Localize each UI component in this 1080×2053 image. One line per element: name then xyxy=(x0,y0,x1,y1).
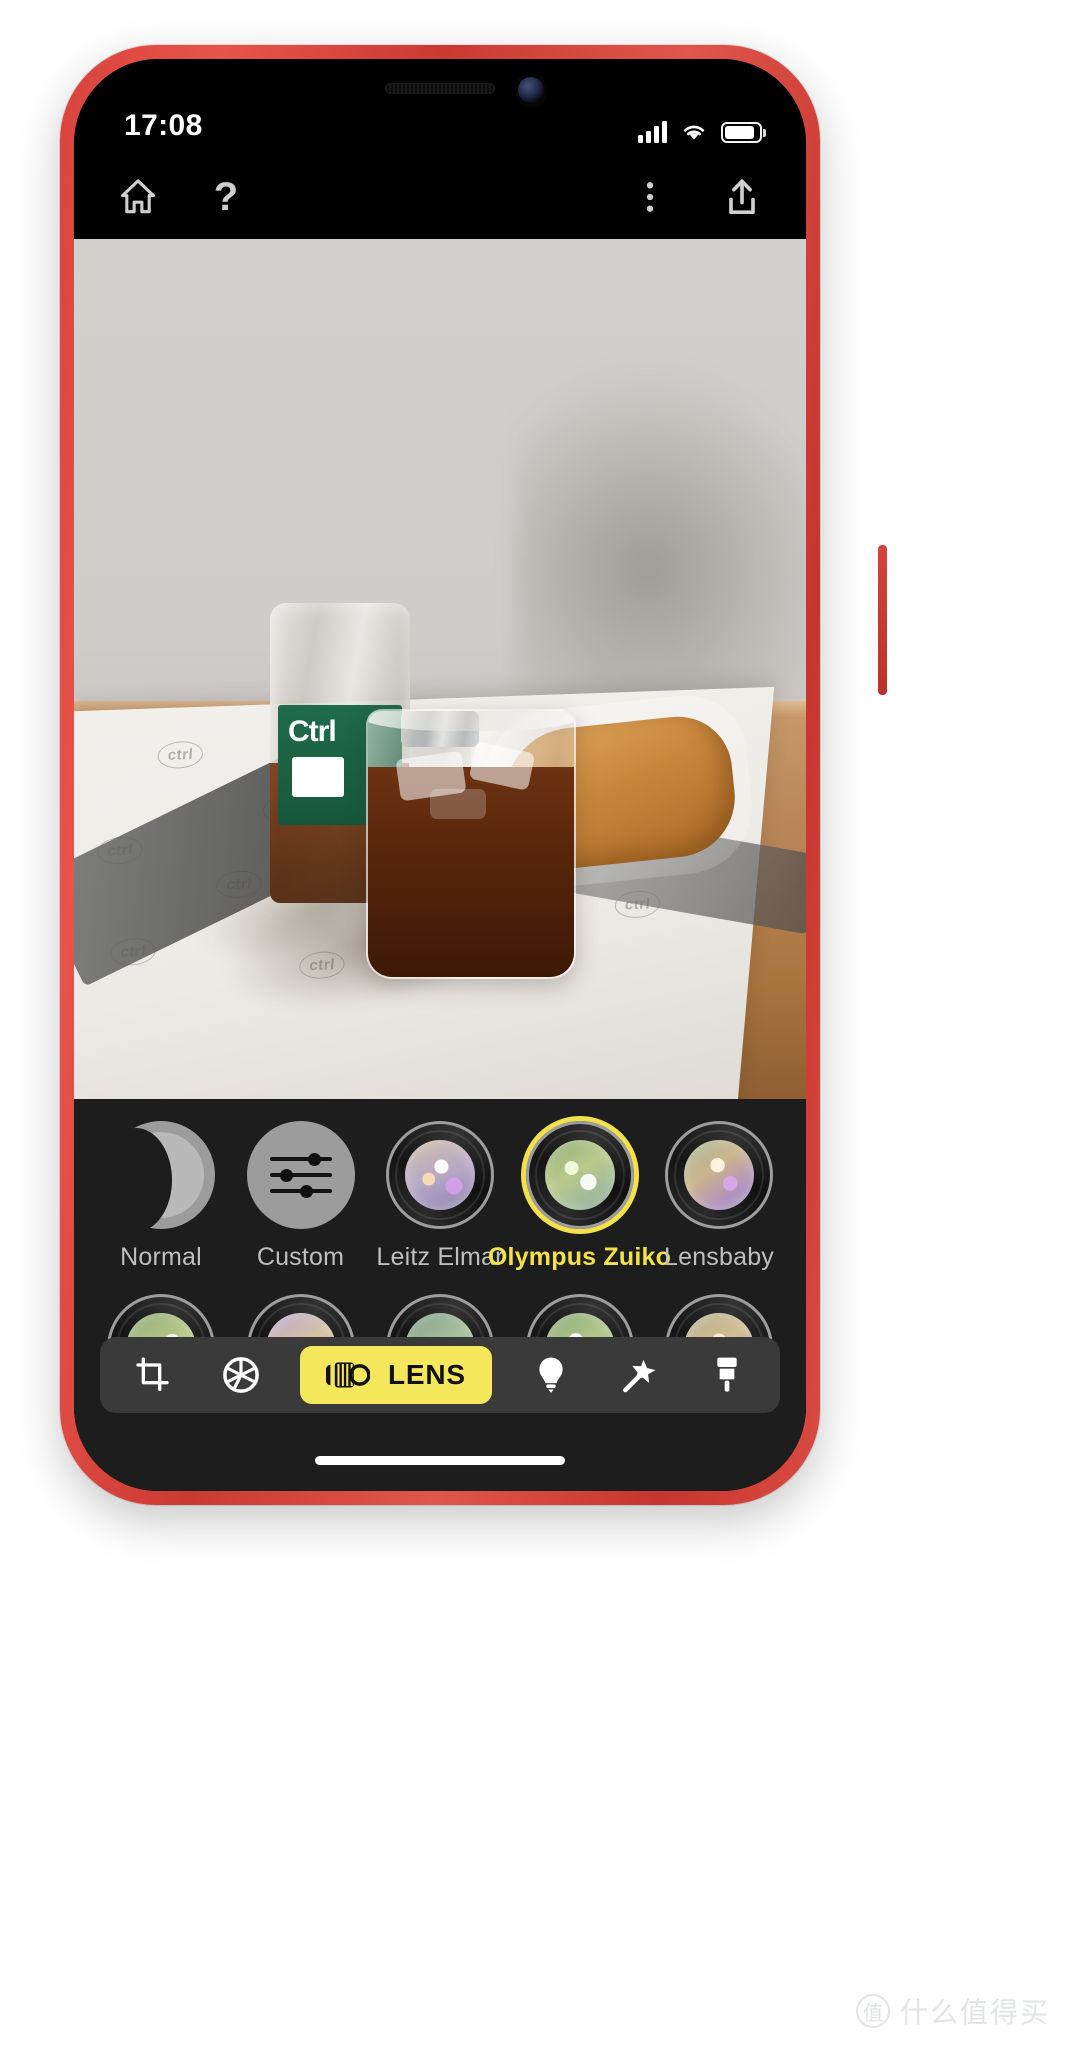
phone-bezel: 17:08 ? ctrl Ctrl Normal Custom Leitz El… xyxy=(74,59,806,1491)
lens-label: Leitz Elmar xyxy=(376,1243,504,1271)
help-button[interactable]: ? xyxy=(200,171,252,223)
app-top-bar: ? xyxy=(74,155,806,239)
photo-glass-rim xyxy=(368,711,574,731)
lens-label: Lensbaby xyxy=(663,1243,775,1271)
lens-tool-button[interactable]: LENS xyxy=(300,1346,492,1404)
lens-barrel xyxy=(386,1121,494,1229)
magic-tool-button[interactable] xyxy=(610,1346,668,1404)
paintbrush-icon xyxy=(717,1357,737,1392)
photo-ice-cube xyxy=(430,789,486,819)
home-icon xyxy=(121,179,155,214)
screenshot-canvas: 17:08 ? ctrl Ctrl Normal Custom Leitz El… xyxy=(0,0,1080,2053)
magic-wand-icon xyxy=(623,1359,656,1393)
lens-glass-preview xyxy=(405,1140,475,1210)
photo-ctrl-mark: ctrl xyxy=(156,740,205,770)
battery-icon xyxy=(721,122,762,143)
moon-icon xyxy=(100,1121,215,1232)
lens-thumbnail[interactable] xyxy=(246,1121,355,1229)
lens-barrel xyxy=(665,1121,773,1229)
photo-glass xyxy=(366,709,576,979)
wifi-icon xyxy=(683,125,705,140)
photo-bottle-label-text: Ctrl xyxy=(288,715,337,748)
status-bar-indicators xyxy=(638,121,762,143)
lens-picker-panel: Normal Custom Leitz Elmar Olympus Zuiko Lens… xyxy=(74,1099,806,1491)
help-icon: ? xyxy=(213,175,239,219)
photo-preview[interactable]: ctrl ctrl ctrl ctrl ctrl ctrl ctrl ctrl … xyxy=(74,239,806,1099)
crop-icon xyxy=(136,1357,169,1391)
lens-item[interactable]: Olympus Zuiko xyxy=(488,1121,671,1272)
home-button[interactable] xyxy=(112,171,164,223)
lens-item[interactable]: Lensbaby xyxy=(660,1121,778,1272)
sliders-shape xyxy=(269,1149,332,1201)
lightbulb-icon xyxy=(539,1357,563,1393)
light-tool-button[interactable] xyxy=(522,1346,580,1404)
more-vertical-icon xyxy=(646,182,654,212)
earpiece-speaker xyxy=(385,83,495,94)
lens-item[interactable]: Custom xyxy=(242,1121,360,1272)
watermark: 值 什么值得买 xyxy=(855,1991,1050,2031)
share-button[interactable] xyxy=(716,171,768,223)
moon-shape xyxy=(100,1128,204,1232)
lens-barrel-icon xyxy=(326,1362,371,1388)
aperture-tool-button[interactable] xyxy=(212,1346,270,1404)
watermark-text: 什么值得买 xyxy=(899,1996,1050,2029)
lens-glass-preview xyxy=(544,1140,615,1210)
phone-device-frame: 17:08 ? ctrl Ctrl Normal Custom Leitz El… xyxy=(60,45,887,1505)
brush-tool-button[interactable] xyxy=(698,1346,756,1404)
lens-thumbnail[interactable] xyxy=(665,1121,773,1229)
lens-row-primary: Normal Custom Leitz Elmar Olympus Zuiko Lens… xyxy=(74,1121,806,1272)
status-bar-clock: 17:08 xyxy=(124,109,203,142)
sliders-icon xyxy=(246,1121,355,1229)
lens-thumbnail-selected[interactable] xyxy=(525,1121,634,1229)
phone-screen: 17:08 ? ctrl Ctrl Normal Custom Leitz El… xyxy=(74,59,806,1491)
lens-barrel xyxy=(525,1121,634,1229)
watermark-logo: 值 xyxy=(855,1994,890,2028)
power-button[interactable] xyxy=(878,545,887,695)
lens-thumbnail[interactable] xyxy=(100,1121,215,1232)
photo-bottle-label-box xyxy=(292,757,344,797)
crop-tool-button[interactable] xyxy=(124,1346,182,1404)
share-upload-icon xyxy=(729,179,755,215)
lens-item[interactable]: Normal xyxy=(100,1121,220,1272)
lens-label: Olympus Zuiko xyxy=(487,1243,672,1271)
home-indicator[interactable] xyxy=(315,1456,565,1465)
lens-label: Normal xyxy=(120,1243,202,1271)
front-camera-icon xyxy=(518,77,544,103)
lens-label: Custom xyxy=(256,1243,345,1271)
cellular-signal-icon xyxy=(638,121,667,143)
more-options-button[interactable] xyxy=(624,171,676,223)
aperture-icon xyxy=(223,1357,259,1393)
lens-thumbnail[interactable] xyxy=(386,1121,494,1229)
editor-toolbar: LENS xyxy=(100,1337,780,1413)
lens-item[interactable]: Leitz Elmar xyxy=(376,1121,503,1272)
lens-tool-label: LENS xyxy=(388,1359,466,1390)
lens-glass-preview xyxy=(684,1140,754,1210)
